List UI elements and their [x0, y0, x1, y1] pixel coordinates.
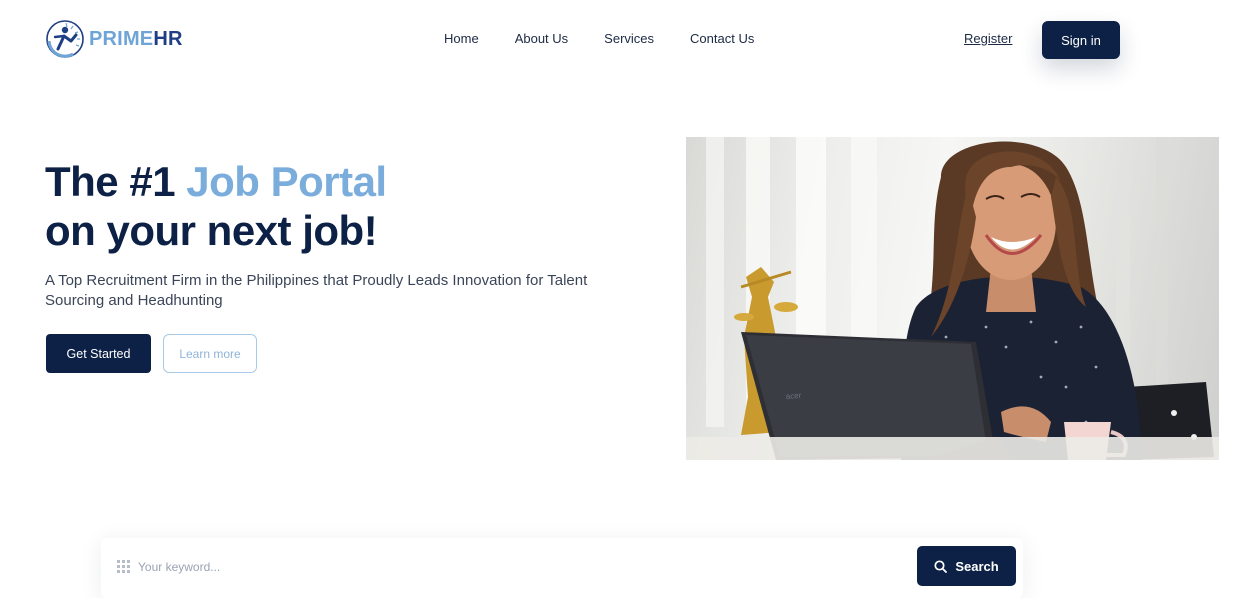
- get-started-button[interactable]: Get Started: [46, 334, 151, 373]
- hero-title-accent: Job Portal: [186, 158, 387, 205]
- logo-prime-text: PRIME: [89, 27, 154, 50]
- site-header: PRIMEHR Home About Us Services Contact U…: [0, 0, 1260, 80]
- svg-text:acer: acer: [786, 391, 802, 401]
- sign-in-button[interactable]: Sign in: [1042, 21, 1120, 59]
- logo-globe-runner-icon: [46, 20, 84, 58]
- logo[interactable]: PRIMEHR: [45, 19, 183, 59]
- learn-more-button[interactable]: Learn more: [163, 334, 257, 373]
- hero-subtitle: A Top Recruitment Firm in the Philippine…: [45, 272, 588, 309]
- hero-title-line2: on your next job!: [45, 207, 378, 254]
- logo-text: PRIMEHR: [89, 28, 183, 51]
- nav-link-about-us[interactable]: About Us: [515, 30, 568, 47]
- nav-link-services[interactable]: Services: [604, 30, 654, 47]
- grid-icon: [117, 560, 130, 573]
- search-icon: [934, 559, 948, 573]
- hero-title: The #1 Job Portal on your next job!: [45, 157, 387, 255]
- hero-photo-woman-laptop: acer: [686, 137, 1219, 460]
- logo-hr-text: HR: [153, 27, 183, 50]
- search-button-label: Search: [955, 558, 999, 574]
- main-nav: Home About Us Services Contact Us: [444, 30, 790, 47]
- search-button[interactable]: Search: [917, 546, 1016, 586]
- register-link[interactable]: Register: [964, 31, 1012, 46]
- hero-title-prefix: The #1: [45, 158, 187, 205]
- nav-link-contact-us[interactable]: Contact Us: [690, 30, 754, 47]
- keyword-search-input[interactable]: [136, 556, 836, 578]
- job-search-bar: Search: [101, 538, 1023, 598]
- nav-link-home[interactable]: Home: [444, 30, 479, 47]
